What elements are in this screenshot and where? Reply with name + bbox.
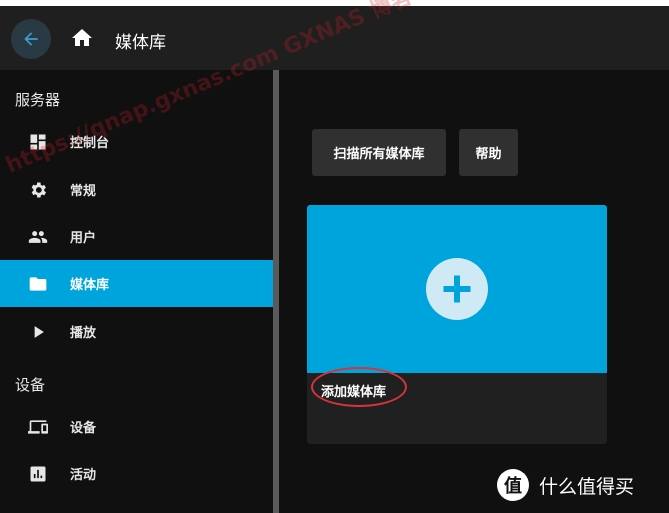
scan-all-libraries-button[interactable]: 扫描所有媒体库 xyxy=(312,129,446,176)
section-devices: 设备 xyxy=(15,376,46,394)
sidebar-item-activity[interactable]: 活动 xyxy=(0,450,273,497)
annotation-circle xyxy=(311,367,407,407)
sidebar-item-label: 常规 xyxy=(70,184,97,199)
sidebar-item-label: 播放 xyxy=(70,326,97,341)
add-library-plus[interactable] xyxy=(426,258,488,320)
folder-icon xyxy=(29,277,47,291)
home-icon xyxy=(72,29,92,46)
brand-logo: 值 xyxy=(497,469,529,501)
arrow-left-icon xyxy=(24,32,38,46)
brand-text: 什么值得买 xyxy=(539,475,635,498)
gear-icon xyxy=(31,182,46,198)
back-button[interactable] xyxy=(11,19,51,59)
add-library-card-image[interactable] xyxy=(307,205,607,373)
play-icon xyxy=(34,326,44,338)
sidebar-item-general[interactable]: 常规 xyxy=(0,166,273,213)
sidebar-item-label: 活动 xyxy=(70,468,97,483)
brand-logo-glyph: 值 xyxy=(504,476,522,497)
page-title: 媒体库 xyxy=(115,33,166,53)
section-server: 服务器 xyxy=(15,91,61,109)
brand-watermark: 值 什么值得买 xyxy=(497,468,634,502)
people-icon xyxy=(28,231,48,243)
plus-icon xyxy=(443,275,471,303)
sidebar-item-playback[interactable]: 播放 xyxy=(0,308,273,355)
sidebar-item-label: 设备 xyxy=(70,421,97,436)
sidebar-item-label: 用户 xyxy=(70,231,97,246)
sidebar-item-libraries[interactable]: 媒体库 xyxy=(0,260,273,307)
add-library-card[interactable]: 添加媒体库 xyxy=(307,205,607,444)
activity-icon xyxy=(30,466,46,482)
home-button[interactable] xyxy=(70,26,94,50)
sidebar-item-label: 媒体库 xyxy=(70,278,110,293)
help-button[interactable]: 帮助 xyxy=(459,129,518,176)
sidebar-item-devices[interactable]: 设备 xyxy=(0,403,273,450)
devices-icon xyxy=(28,420,48,434)
sidebar-item-users[interactable]: 用户 xyxy=(0,213,273,260)
